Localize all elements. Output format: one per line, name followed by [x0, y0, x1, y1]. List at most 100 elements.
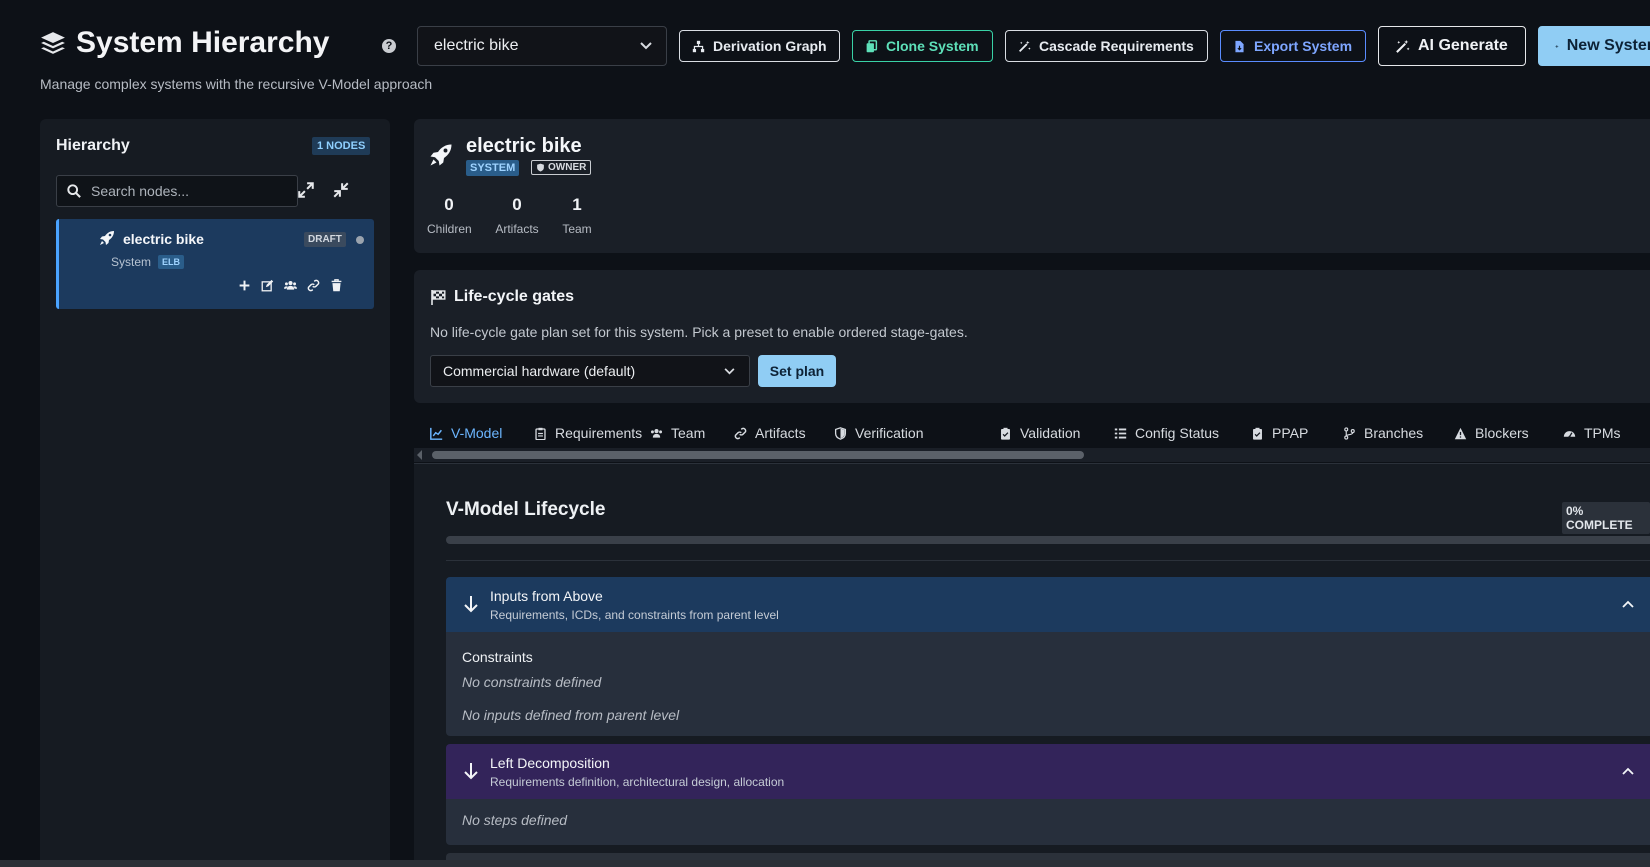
chevron-down-icon — [640, 42, 652, 50]
system-summary-card: electric bike SYSTEM OWNER 0 Children 0 … — [414, 119, 1650, 253]
hierarchy-sidebar: Hierarchy 1 NODES electric bike DRAFT Sy… — [40, 119, 390, 867]
page-header: System Hierarchy — [40, 26, 329, 60]
section-title: Left Decomposition — [490, 755, 610, 771]
shield-icon — [834, 426, 847, 440]
search-box[interactable] — [56, 175, 298, 207]
tab-label: Blockers — [1475, 425, 1529, 441]
section-subtitle: Requirements, ICDs, and constraints from… — [490, 608, 779, 622]
gate-preset-value: Commercial hardware (default) — [443, 363, 636, 379]
link-icon[interactable] — [307, 279, 320, 292]
tab-artifacts[interactable]: Artifacts — [734, 425, 806, 441]
tab-requirements[interactable]: Requirements — [534, 425, 642, 441]
tab-label: TPMs — [1584, 425, 1621, 441]
tab-branches[interactable]: Branches — [1343, 425, 1423, 441]
status-dot — [356, 236, 364, 244]
plus-icon — [1555, 44, 1559, 48]
section-divider — [446, 560, 1650, 561]
steps-empty-text: No steps defined — [462, 812, 568, 828]
tab-label: Branches — [1364, 425, 1424, 441]
tab-team[interactable]: Team — [650, 425, 705, 441]
section-left-decomposition[interactable]: Left Decomposition Requirements definiti… — [446, 744, 1650, 799]
tabs-scrollbar-thumb[interactable] — [432, 451, 1084, 459]
export-system-button[interactable]: Export System — [1220, 30, 1366, 62]
status-badge: DRAFT — [304, 232, 346, 247]
flag-checkered-icon — [431, 290, 446, 305]
cascade-requirements-button[interactable]: Cascade Requirements — [1005, 30, 1208, 62]
sitemap-icon — [692, 40, 705, 52]
tab-label: Team — [671, 425, 706, 441]
tab-blockers[interactable]: Blockers — [1454, 425, 1529, 441]
help-icon[interactable]: ? — [382, 39, 396, 53]
gauge-icon — [1563, 430, 1576, 438]
gate-preset-select[interactable]: Commercial hardware (default) — [430, 355, 750, 387]
expand-icon[interactable] — [297, 181, 315, 199]
clipboard-check-icon — [1001, 427, 1010, 440]
arrow-down-icon — [464, 596, 478, 613]
edit-icon[interactable] — [261, 279, 274, 292]
chevron-down-icon — [724, 367, 735, 374]
owner-tag: OWNER — [531, 160, 592, 175]
derivation-graph-button[interactable]: Derivation Graph — [679, 30, 840, 62]
export-system-label: Export System — [1254, 38, 1353, 54]
nodes-count-badge: 1 NODES — [312, 137, 371, 155]
tab-v-model[interactable]: V-Model — [430, 425, 502, 441]
users-icon — [650, 428, 663, 438]
file-export-icon — [1235, 40, 1244, 52]
magic-wand-icon — [1396, 39, 1410, 53]
chevron-up-icon[interactable] — [1622, 767, 1634, 775]
tab-config-status[interactable]: Config Status — [1114, 425, 1219, 441]
constraints-label: Constraints — [462, 649, 533, 665]
ai-generate-button[interactable]: AI Generate — [1378, 26, 1526, 66]
gates-title: Life-cycle gates — [454, 288, 575, 305]
gates-description: No life-cycle gate plan set for this sys… — [430, 324, 968, 340]
search-input[interactable] — [91, 183, 281, 199]
stat-label: Artifacts — [495, 222, 539, 236]
tab-label: V-Model — [451, 425, 503, 441]
list-icon — [1114, 428, 1127, 438]
window-bottom-scrollbar[interactable] — [0, 860, 1650, 867]
tab-verification[interactable]: Verification — [834, 425, 923, 441]
section-body-left-decomposition: No steps defined — [446, 799, 1650, 845]
add-child-icon[interactable] — [238, 279, 251, 292]
link-icon — [734, 427, 747, 439]
branch-icon — [1344, 426, 1355, 440]
trash-icon[interactable] — [330, 279, 343, 292]
copy-icon — [866, 39, 878, 52]
magic-wand-icon — [1018, 40, 1031, 52]
tab-label: PPAP — [1272, 425, 1309, 441]
set-plan-button[interactable]: Set plan — [758, 355, 836, 387]
scroll-left-arrow[interactable] — [417, 450, 422, 460]
rocket-icon — [100, 231, 114, 245]
page-title: System Hierarchy — [76, 26, 330, 59]
v-model-title: V-Model Lifecycle — [446, 499, 606, 520]
owner-tag-label: OWNER — [548, 162, 587, 173]
new-system-label: New System — [1566, 37, 1650, 54]
tab-tpms[interactable]: TPMs — [1563, 425, 1621, 441]
shield-icon — [537, 163, 544, 172]
constraints-empty-text: No constraints defined — [462, 674, 602, 690]
tab-label: Artifacts — [755, 425, 806, 441]
collapse-icon[interactable] — [332, 181, 350, 199]
section-subtitle: Requirements definition, architectural d… — [490, 775, 785, 789]
tab-ppap[interactable]: PPAP — [1251, 425, 1308, 441]
tab-label: Verification — [855, 425, 924, 441]
tree-node-type: System — [111, 255, 152, 269]
tree-node-electric-bike[interactable]: electric bike DRAFT System ELB — [56, 219, 374, 309]
lifecycle-gates-card: Life-cycle gates No life-cycle gate plan… — [414, 270, 1650, 403]
completion-badge: 0% COMPLETE — [1562, 502, 1650, 534]
section-body-inputs: Constraints No constraints defined No in… — [446, 632, 1650, 736]
new-system-button[interactable]: New System — [1538, 26, 1650, 66]
system-select[interactable]: electric bike — [417, 26, 667, 66]
clone-system-button[interactable]: Clone System — [852, 30, 993, 62]
tab-label: Config Status — [1135, 425, 1220, 441]
team-icon[interactable] — [284, 279, 297, 292]
chevron-up-icon[interactable] — [1622, 600, 1634, 608]
stat-value: 0 — [444, 195, 454, 214]
clipboard-icon — [535, 427, 546, 440]
clipboard-check-icon — [1253, 427, 1262, 440]
tab-validation[interactable]: Validation — [999, 425, 1080, 441]
completion-progress-bar — [446, 536, 1650, 544]
system-type-tag: SYSTEM — [466, 160, 520, 176]
warning-icon — [1454, 427, 1467, 439]
section-inputs-from-above[interactable]: Inputs from Above Requirements, ICDs, an… — [446, 577, 1650, 632]
